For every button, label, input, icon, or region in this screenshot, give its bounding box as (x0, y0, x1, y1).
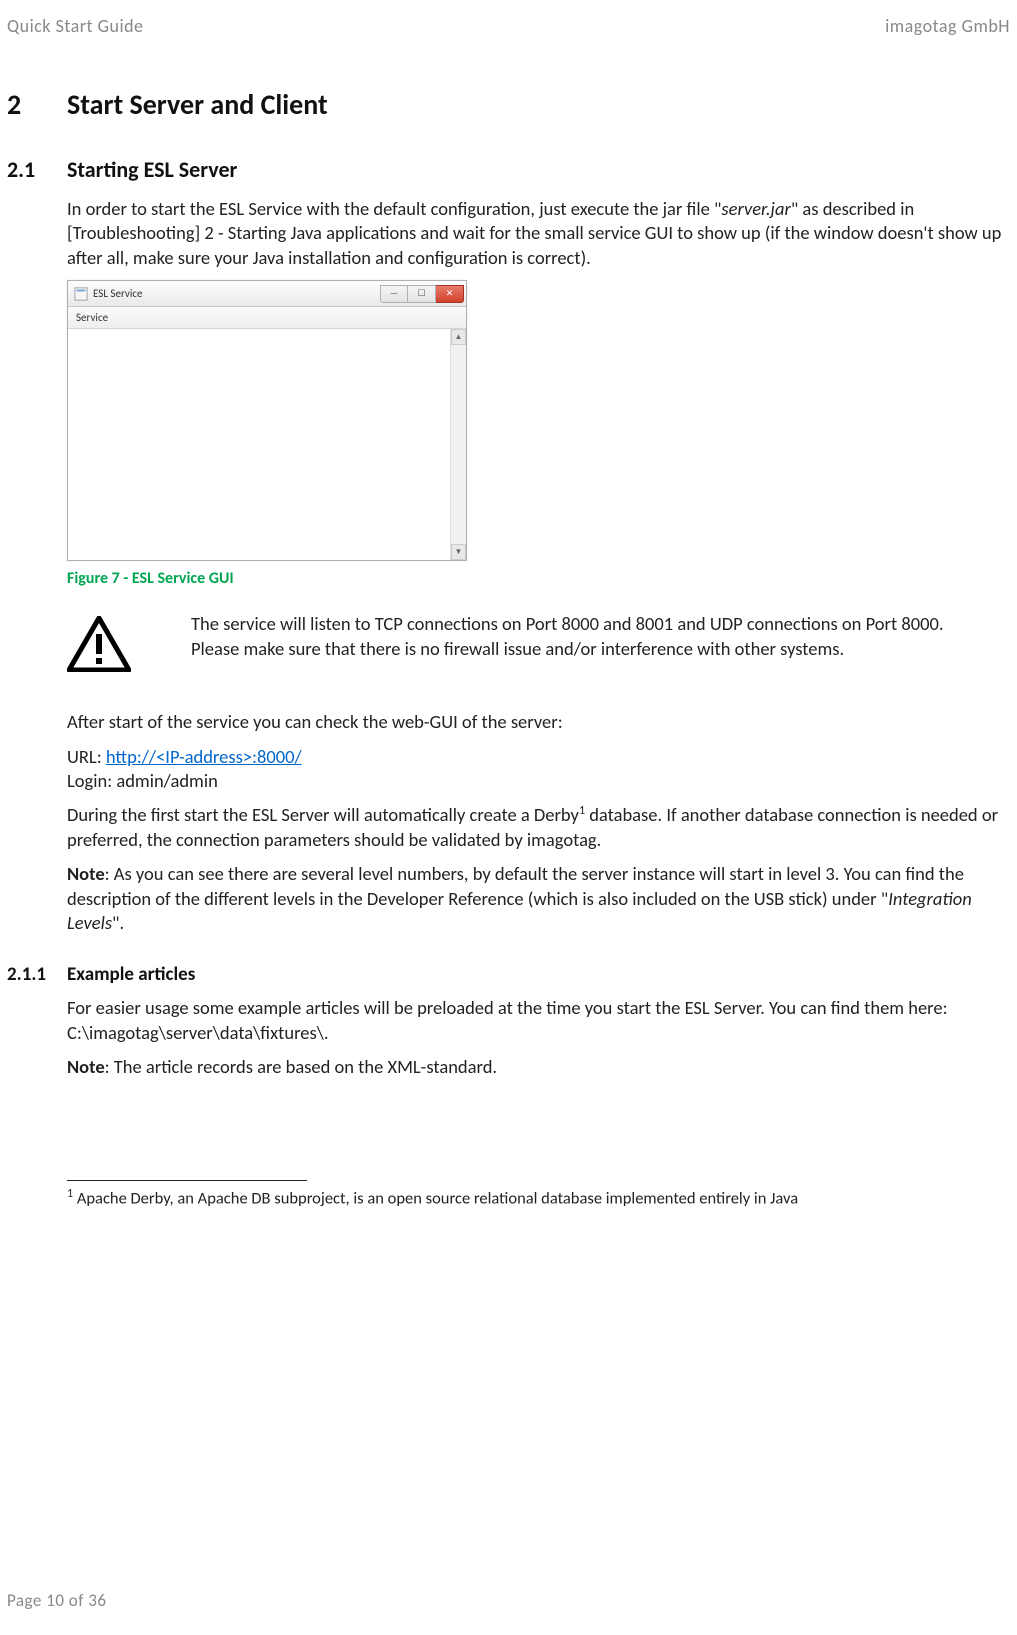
heading-1-number: 2 (7, 87, 67, 122)
app-icon (74, 287, 88, 301)
heading-1: 2 Start Server and Client (7, 87, 1010, 122)
window-title: ESL Service (93, 287, 143, 300)
minimize-button[interactable]: — (380, 285, 408, 303)
scrollbar[interactable]: ▲ ▼ (450, 329, 466, 560)
warning-icon (67, 616, 131, 672)
maximize-button[interactable]: ☐ (408, 285, 436, 303)
window-titlebar: ESL Service — ☐ ✕ (68, 281, 466, 307)
header-right: imagotag GmbH (885, 15, 1010, 37)
scroll-down-arrow[interactable]: ▼ (451, 544, 466, 560)
close-button[interactable]: ✕ (436, 285, 464, 303)
window-body: ▲ ▼ (68, 329, 466, 560)
footnote-1: 1 Apache Derby, an Apache DB subproject,… (67, 1187, 1010, 1210)
url-line: URL: http://<IP-address>:8000/ (67, 745, 1010, 769)
window-menubar: Service (68, 307, 466, 329)
heading-3-title: Example articles (67, 963, 195, 986)
warning-box: The service will listen to TCP connectio… (67, 612, 1010, 672)
heading-1-title: Start Server and Client (67, 87, 328, 122)
paragraph-1: In order to start the ESL Service with t… (67, 197, 1010, 270)
heading-2: 2.1 Starting ESL Server (7, 156, 1010, 183)
figure-caption: Figure 7 - ESL Service GUI (67, 569, 1010, 588)
note-2: Note: The article records are based on t… (67, 1055, 1010, 1079)
menu-service[interactable]: Service (68, 311, 116, 324)
heading-2-title: Starting ESL Server (67, 156, 237, 183)
heading-2-number: 2.1 (7, 156, 67, 183)
note-1: Note: As you can see there are several l… (67, 862, 1010, 935)
footnote-separator (67, 1180, 307, 1181)
header-left: Quick Start Guide (7, 15, 144, 37)
esl-service-window-figure: ESL Service — ☐ ✕ Service ▲ ▼ (67, 280, 467, 561)
warning-text: The service will listen to TCP connectio… (191, 612, 1010, 661)
heading-3: 2.1.1 Example articles (7, 963, 1010, 986)
heading-3-number: 2.1.1 (7, 963, 67, 986)
scroll-up-arrow[interactable]: ▲ (451, 329, 466, 345)
login-line: Login: admin/admin (67, 769, 1010, 793)
paragraph-2: After start of the service you can check… (67, 710, 1010, 734)
paragraph-4: For easier usage some example articles w… (67, 996, 1010, 1045)
page-footer: Page 10 of 36 (7, 1590, 107, 1611)
paragraph-3: During the first start the ESL Server wi… (67, 803, 1010, 852)
server-url-link[interactable]: http://<IP-address>:8000/ (106, 745, 302, 768)
